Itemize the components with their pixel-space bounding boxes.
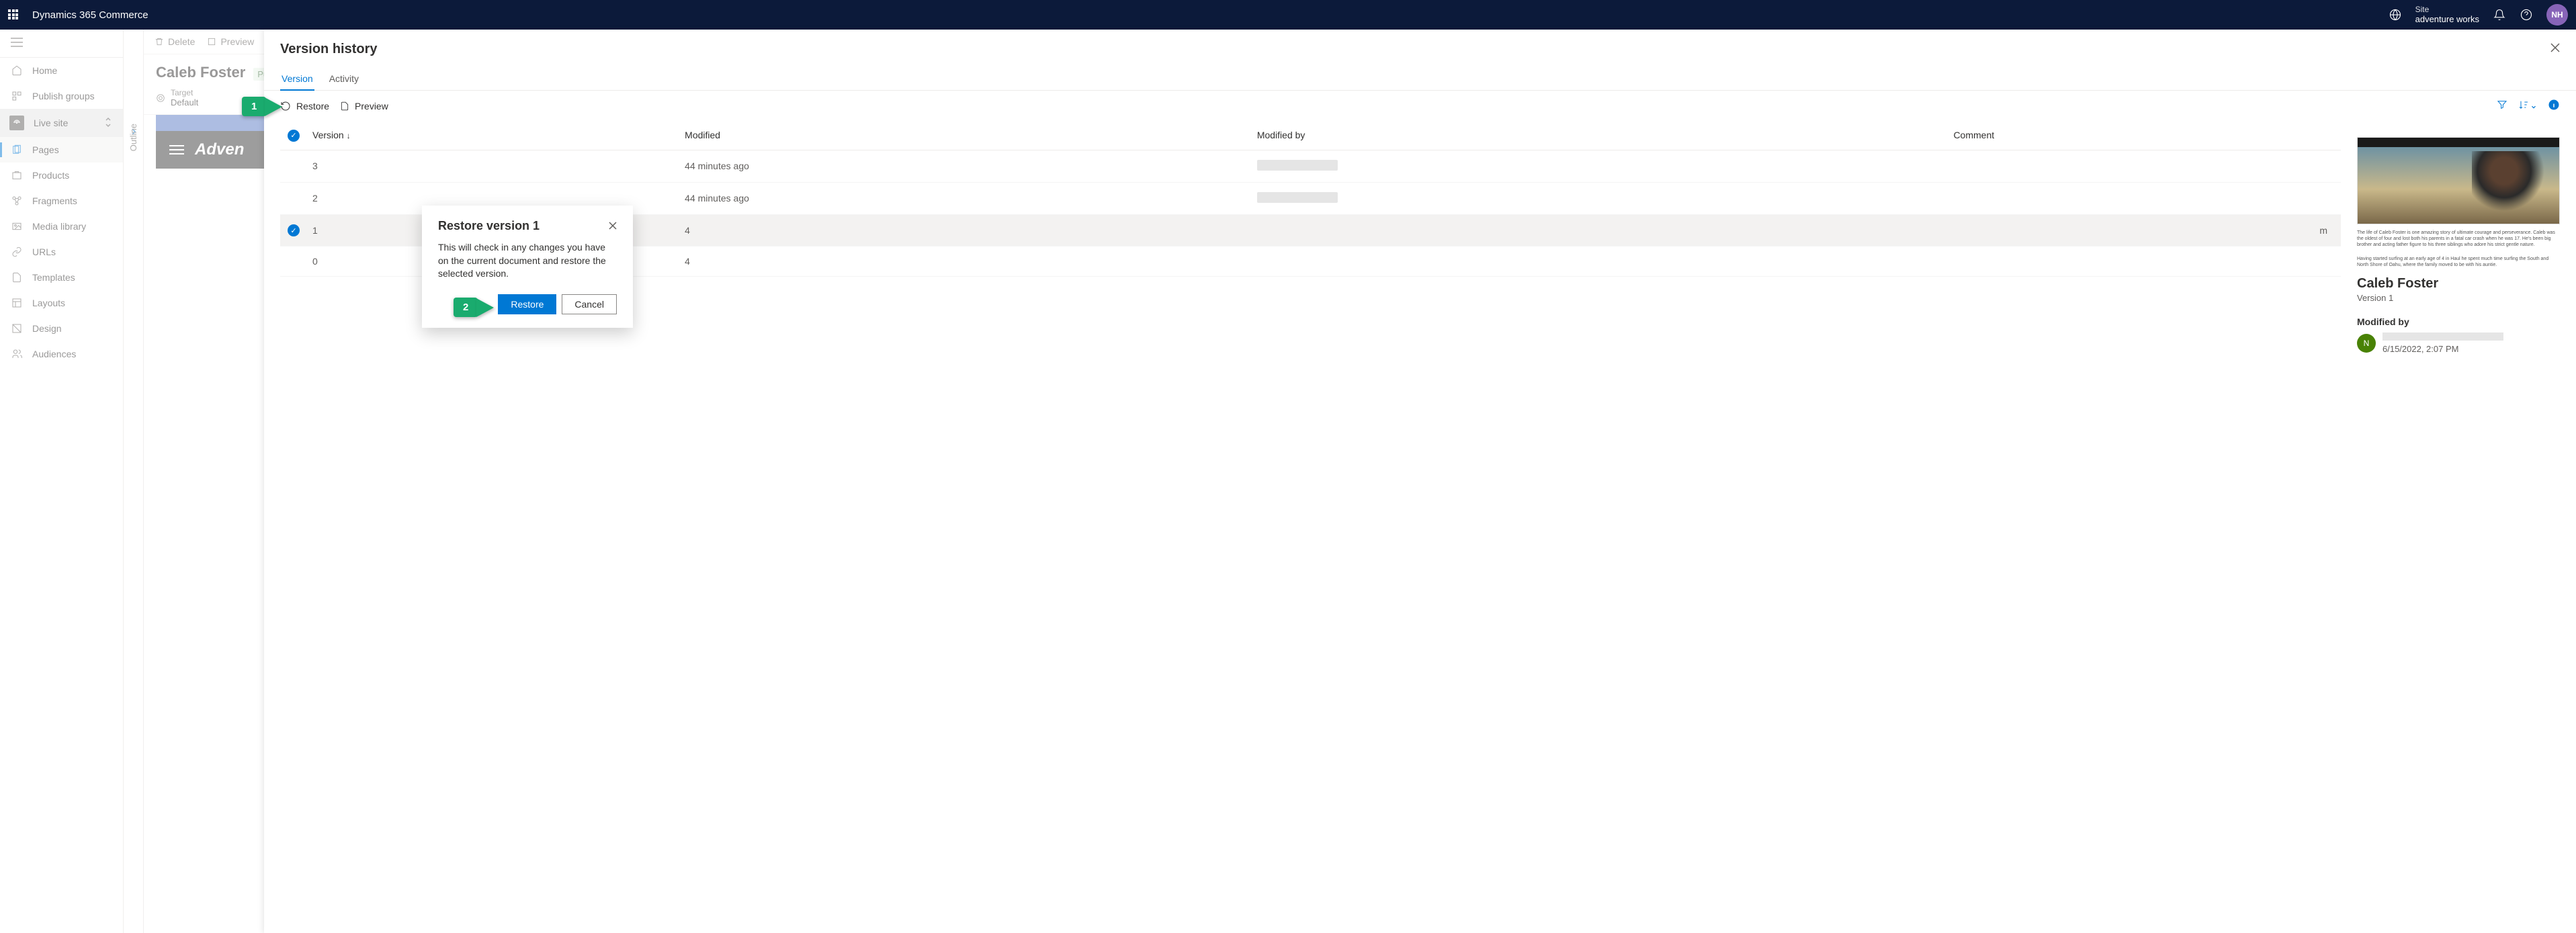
nav-templates[interactable]: Templates: [0, 265, 123, 290]
thumb-caption-1: The life of Caleb Foster is one amazing …: [2357, 230, 2560, 248]
cancel-button[interactable]: Cancel: [562, 294, 617, 314]
outline-collapsed-panel[interactable]: Outline: [124, 30, 144, 933]
nav-audiences[interactable]: Audiences: [0, 341, 123, 367]
site-name: adventure works: [2415, 14, 2479, 25]
modified-date: 6/15/2022, 2:07 PM: [2382, 344, 2458, 354]
product-brand: Dynamics 365 Commerce: [32, 9, 148, 21]
modal-message: This will check in any changes you have …: [438, 241, 617, 281]
modal-close-button[interactable]: [609, 221, 617, 232]
publish-icon: [11, 90, 23, 102]
redacted-value: [2382, 332, 2503, 341]
restore-confirm-button[interactable]: Restore: [498, 294, 556, 314]
design-icon: [11, 322, 23, 335]
pages-icon: [11, 144, 23, 156]
target-icon: [156, 93, 165, 103]
column-modified-by[interactable]: Modified by: [1252, 121, 1948, 150]
media-icon: [11, 220, 23, 232]
sort-down-icon: ↓: [347, 131, 351, 140]
version-history-panel: Version history Version Activity Restore…: [264, 30, 2576, 933]
waffle-icon[interactable]: [8, 9, 19, 20]
filter-icon[interactable]: [2497, 99, 2507, 112]
check-icon: ✓: [288, 224, 300, 236]
site-label: Site: [2415, 5, 2479, 14]
column-modified[interactable]: Modified: [679, 121, 1252, 150]
site-selector[interactable]: Site adventure works: [2415, 5, 2479, 25]
nav-fragments[interactable]: Fragments: [0, 188, 123, 214]
close-panel-button[interactable]: [2550, 43, 2560, 56]
nav-publish-groups[interactable]: Publish groups: [0, 83, 123, 109]
column-version[interactable]: Version↓: [307, 121, 679, 150]
table-row[interactable]: 3 44 minutes ago: [280, 150, 2341, 182]
sort-icon[interactable]: [2518, 99, 2537, 112]
nav-pages[interactable]: Pages: [0, 137, 123, 163]
check-icon: ✓: [288, 130, 300, 142]
chevron-updown-icon: [104, 117, 112, 130]
callout-1: 1: [242, 97, 282, 116]
modified-by-label: Modified by: [2357, 316, 2560, 327]
fragments-icon: [11, 195, 23, 207]
nav-urls[interactable]: URLs: [0, 239, 123, 265]
nav-home[interactable]: Home: [0, 58, 123, 83]
preview-button[interactable]: Preview: [207, 36, 254, 47]
globe-icon[interactable]: [2389, 8, 2402, 21]
nav-layouts[interactable]: Layouts: [0, 290, 123, 316]
help-icon[interactable]: [2520, 8, 2533, 21]
products-icon: [11, 169, 23, 181]
detail-title: Caleb Foster: [2357, 276, 2560, 292]
hamburger-icon: [169, 145, 184, 154]
tab-version[interactable]: Version: [280, 68, 314, 91]
left-navigation: Home Publish groups Live site Pages Prod…: [0, 30, 124, 933]
nav-media-library[interactable]: Media library: [0, 214, 123, 239]
layouts-icon: [11, 297, 23, 309]
audiences-icon: [11, 348, 23, 360]
delete-button[interactable]: Delete: [155, 36, 195, 47]
callout-2: 2: [454, 298, 494, 317]
modal-title: Restore version 1: [438, 219, 609, 233]
url-icon: [11, 246, 23, 258]
detail-version-number: Version 1: [2357, 293, 2560, 303]
redacted-value: [1257, 160, 1338, 171]
outline-label: Outline: [128, 124, 138, 151]
nav-design[interactable]: Design: [0, 316, 123, 341]
restore-toolbar-button[interactable]: Restore: [280, 101, 329, 112]
panel-title: Version history: [280, 42, 2550, 57]
templates-icon: [11, 271, 23, 283]
modifier-avatar: N: [2357, 334, 2376, 353]
page-title: Caleb Foster: [156, 64, 245, 81]
bell-icon[interactable]: [2493, 8, 2506, 21]
target-field[interactable]: Target Default: [171, 88, 198, 107]
tab-activity[interactable]: Activity: [328, 68, 360, 90]
preview-toolbar-button[interactable]: Preview: [340, 101, 388, 112]
column-comment[interactable]: Comment: [1948, 121, 2341, 150]
version-thumbnail: [2357, 137, 2560, 224]
redacted-value: [1257, 192, 1338, 203]
version-detail-pane: The life of Caleb Foster is one amazing …: [2341, 137, 2576, 924]
user-avatar[interactable]: NH: [2546, 4, 2568, 26]
live-icon: [9, 116, 24, 130]
thumb-caption-2: Having started surfing at an early age o…: [2357, 256, 2560, 268]
home-icon: [11, 64, 23, 77]
column-select[interactable]: ✓: [280, 121, 307, 150]
nav-products[interactable]: Products: [0, 163, 123, 188]
info-icon[interactable]: [2548, 99, 2560, 113]
nav-collapse-button[interactable]: [0, 30, 123, 58]
nav-live-site[interactable]: Live site: [0, 109, 123, 137]
top-header-bar: Dynamics 365 Commerce Site adventure wor…: [0, 0, 2576, 30]
preview-icon: [340, 101, 349, 112]
